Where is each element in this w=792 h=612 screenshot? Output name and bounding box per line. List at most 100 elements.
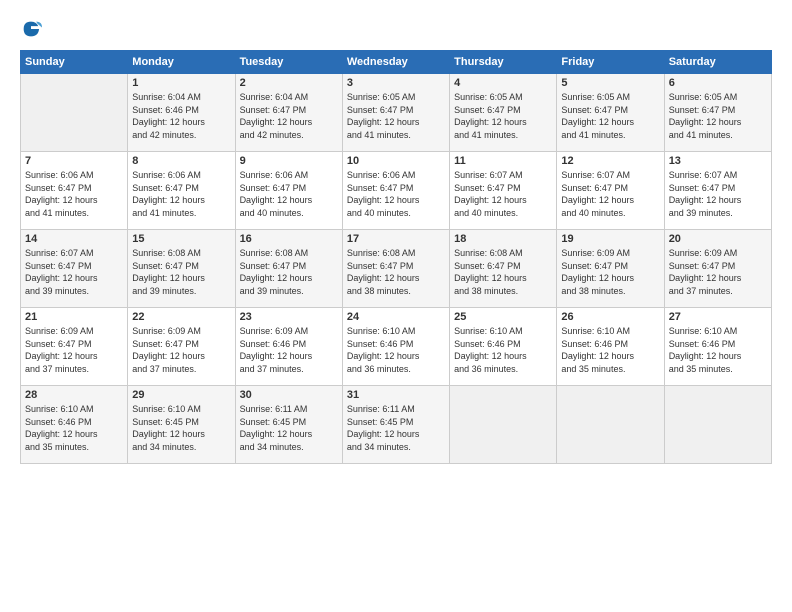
day-number: 5 (561, 77, 659, 89)
day-number: 24 (347, 311, 445, 323)
day-number: 20 (669, 233, 767, 245)
day-cell: 21 Sunrise: 6:09 AMSunset: 6:47 PMDayligh… (21, 308, 128, 386)
day-cell: 5 Sunrise: 6:05 AMSunset: 6:47 PMDaylight… (557, 74, 664, 152)
week-row-2: 7 Sunrise: 6:06 AMSunset: 6:47 PMDaylight… (21, 152, 772, 230)
day-info: Sunrise: 6:09 AMSunset: 6:47 PMDaylight:… (561, 247, 659, 297)
day-info: Sunrise: 6:06 AMSunset: 6:47 PMDaylight:… (347, 169, 445, 219)
header (20, 18, 772, 40)
day-number: 22 (132, 311, 230, 323)
day-cell: 7Sunrise: 6:06 AMSunset: 6:47 PMDaylight… (21, 152, 128, 230)
day-info: Sunrise: 6:05 AMSunset: 6:47 PMDaylight:… (669, 91, 767, 141)
day-cell: 8Sunrise: 6:06 AMSunset: 6:47 PMDaylight… (128, 152, 235, 230)
col-header-thursday: Thursday (450, 51, 557, 74)
day-cell: 10 Sunrise: 6:06 AMSunset: 6:47 PMDayligh… (342, 152, 449, 230)
day-number: 4 (454, 77, 552, 89)
day-number: 18 (454, 233, 552, 245)
day-number: 30 (240, 389, 338, 401)
day-cell: 25Sunrise: 6:10 AMSunset: 6:46 PMDayligh… (450, 308, 557, 386)
week-row-1: 1 Sunrise: 6:04 AMSunset: 6:46 PMDaylight… (21, 74, 772, 152)
day-number: 3 (347, 77, 445, 89)
day-cell: 15 Sunrise: 6:08 AMSunset: 6:47 PMDayligh… (128, 230, 235, 308)
day-info: Sunrise: 6:05 AMSunset: 6:47 PMDaylight:… (454, 91, 552, 141)
logo-icon (20, 18, 42, 40)
day-number: 14 (25, 233, 123, 245)
day-cell: 27 Sunrise: 6:10 AMSunset: 6:46 PMDayligh… (664, 308, 771, 386)
day-number: 26 (561, 311, 659, 323)
day-info: Sunrise: 6:10 AMSunset: 6:46 PMDaylight:… (561, 325, 659, 375)
day-info: Sunrise: 6:08 AMSunset: 6:47 PMDaylight:… (240, 247, 338, 297)
day-cell: 26 Sunrise: 6:10 AMSunset: 6:46 PMDayligh… (557, 308, 664, 386)
day-number: 1 (132, 77, 230, 89)
day-number: 29 (132, 389, 230, 401)
header-row: SundayMondayTuesdayWednesdayThursdayFrid… (21, 51, 772, 74)
col-header-monday: Monday (128, 51, 235, 74)
day-info: Sunrise: 6:06 AMSunset: 6:47 PMDaylight:… (240, 169, 338, 219)
col-header-tuesday: Tuesday (235, 51, 342, 74)
day-cell: 9 Sunrise: 6:06 AMSunset: 6:47 PMDaylight… (235, 152, 342, 230)
day-number: 9 (240, 155, 338, 167)
day-cell (21, 74, 128, 152)
day-number: 7 (25, 155, 123, 167)
day-info: Sunrise: 6:10 AMSunset: 6:45 PMDaylight:… (132, 403, 230, 453)
day-number: 11 (454, 155, 552, 167)
day-number: 19 (561, 233, 659, 245)
calendar-table: SundayMondayTuesdayWednesdayThursdayFrid… (20, 50, 772, 464)
day-number: 31 (347, 389, 445, 401)
week-row-3: 14 Sunrise: 6:07 AMSunset: 6:47 PMDayligh… (21, 230, 772, 308)
day-info: Sunrise: 6:11 AMSunset: 6:45 PMDaylight:… (347, 403, 445, 453)
day-info: Sunrise: 6:10 AMSunset: 6:46 PMDaylight:… (669, 325, 767, 375)
day-cell: 19 Sunrise: 6:09 AMSunset: 6:47 PMDayligh… (557, 230, 664, 308)
page: SundayMondayTuesdayWednesdayThursdayFrid… (0, 0, 792, 612)
day-cell: 30 Sunrise: 6:11 AMSunset: 6:45 PMDayligh… (235, 386, 342, 464)
day-number: 12 (561, 155, 659, 167)
day-info: Sunrise: 6:07 AMSunset: 6:47 PMDaylight:… (561, 169, 659, 219)
day-cell: 31 Sunrise: 6:11 AMSunset: 6:45 PMDayligh… (342, 386, 449, 464)
day-number: 28 (25, 389, 123, 401)
day-cell: 18Sunrise: 6:08 AMSunset: 6:47 PMDayligh… (450, 230, 557, 308)
day-info: Sunrise: 6:10 AMSunset: 6:46 PMDaylight:… (347, 325, 445, 375)
day-cell: 12 Sunrise: 6:07 AMSunset: 6:47 PMDayligh… (557, 152, 664, 230)
day-cell: 13 Sunrise: 6:07 AMSunset: 6:47 PMDayligh… (664, 152, 771, 230)
day-info: Sunrise: 6:07 AMSunset: 6:47 PMDaylight:… (25, 247, 123, 297)
day-info: Sunrise: 6:09 AMSunset: 6:47 PMDaylight:… (25, 325, 123, 375)
day-number: 17 (347, 233, 445, 245)
week-row-4: 21 Sunrise: 6:09 AMSunset: 6:47 PMDayligh… (21, 308, 772, 386)
day-info: Sunrise: 6:11 AMSunset: 6:45 PMDaylight:… (240, 403, 338, 453)
day-number: 6 (669, 77, 767, 89)
day-number: 16 (240, 233, 338, 245)
day-info: Sunrise: 6:10 AMSunset: 6:46 PMDaylight:… (25, 403, 123, 453)
day-number: 8 (132, 155, 230, 167)
day-info: Sunrise: 6:04 AMSunset: 6:47 PMDaylight:… (240, 91, 338, 141)
week-row-5: 28 Sunrise: 6:10 AMSunset: 6:46 PMDayligh… (21, 386, 772, 464)
day-cell: 1 Sunrise: 6:04 AMSunset: 6:46 PMDaylight… (128, 74, 235, 152)
day-cell: 6 Sunrise: 6:05 AMSunset: 6:47 PMDaylight… (664, 74, 771, 152)
day-cell: 3Sunrise: 6:05 AMSunset: 6:47 PMDaylight… (342, 74, 449, 152)
col-header-wednesday: Wednesday (342, 51, 449, 74)
logo (20, 18, 46, 40)
day-cell: 23Sunrise: 6:09 AMSunset: 6:46 PMDayligh… (235, 308, 342, 386)
day-cell: 2Sunrise: 6:04 AMSunset: 6:47 PMDaylight… (235, 74, 342, 152)
day-info: Sunrise: 6:09 AMSunset: 6:47 PMDaylight:… (669, 247, 767, 297)
day-info: Sunrise: 6:07 AMSunset: 6:47 PMDaylight:… (669, 169, 767, 219)
day-number: 15 (132, 233, 230, 245)
day-cell (557, 386, 664, 464)
day-number: 23 (240, 311, 338, 323)
day-number: 10 (347, 155, 445, 167)
day-info: Sunrise: 6:04 AMSunset: 6:46 PMDaylight:… (132, 91, 230, 141)
day-cell (664, 386, 771, 464)
day-info: Sunrise: 6:08 AMSunset: 6:47 PMDaylight:… (132, 247, 230, 297)
day-number: 13 (669, 155, 767, 167)
day-number: 21 (25, 311, 123, 323)
col-header-sunday: Sunday (21, 51, 128, 74)
day-info: Sunrise: 6:05 AMSunset: 6:47 PMDaylight:… (561, 91, 659, 141)
day-cell: 29 Sunrise: 6:10 AMSunset: 6:45 PMDayligh… (128, 386, 235, 464)
day-cell: 14 Sunrise: 6:07 AMSunset: 6:47 PMDayligh… (21, 230, 128, 308)
day-cell: 4 Sunrise: 6:05 AMSunset: 6:47 PMDaylight… (450, 74, 557, 152)
col-header-friday: Friday (557, 51, 664, 74)
day-cell: 22 Sunrise: 6:09 AMSunset: 6:47 PMDayligh… (128, 308, 235, 386)
day-info: Sunrise: 6:08 AMSunset: 6:47 PMDaylight:… (347, 247, 445, 297)
day-info: Sunrise: 6:09 AMSunset: 6:47 PMDaylight:… (132, 325, 230, 375)
day-cell: 24 Sunrise: 6:10 AMSunset: 6:46 PMDayligh… (342, 308, 449, 386)
day-number: 27 (669, 311, 767, 323)
day-cell: 11Sunrise: 6:07 AMSunset: 6:47 PMDayligh… (450, 152, 557, 230)
